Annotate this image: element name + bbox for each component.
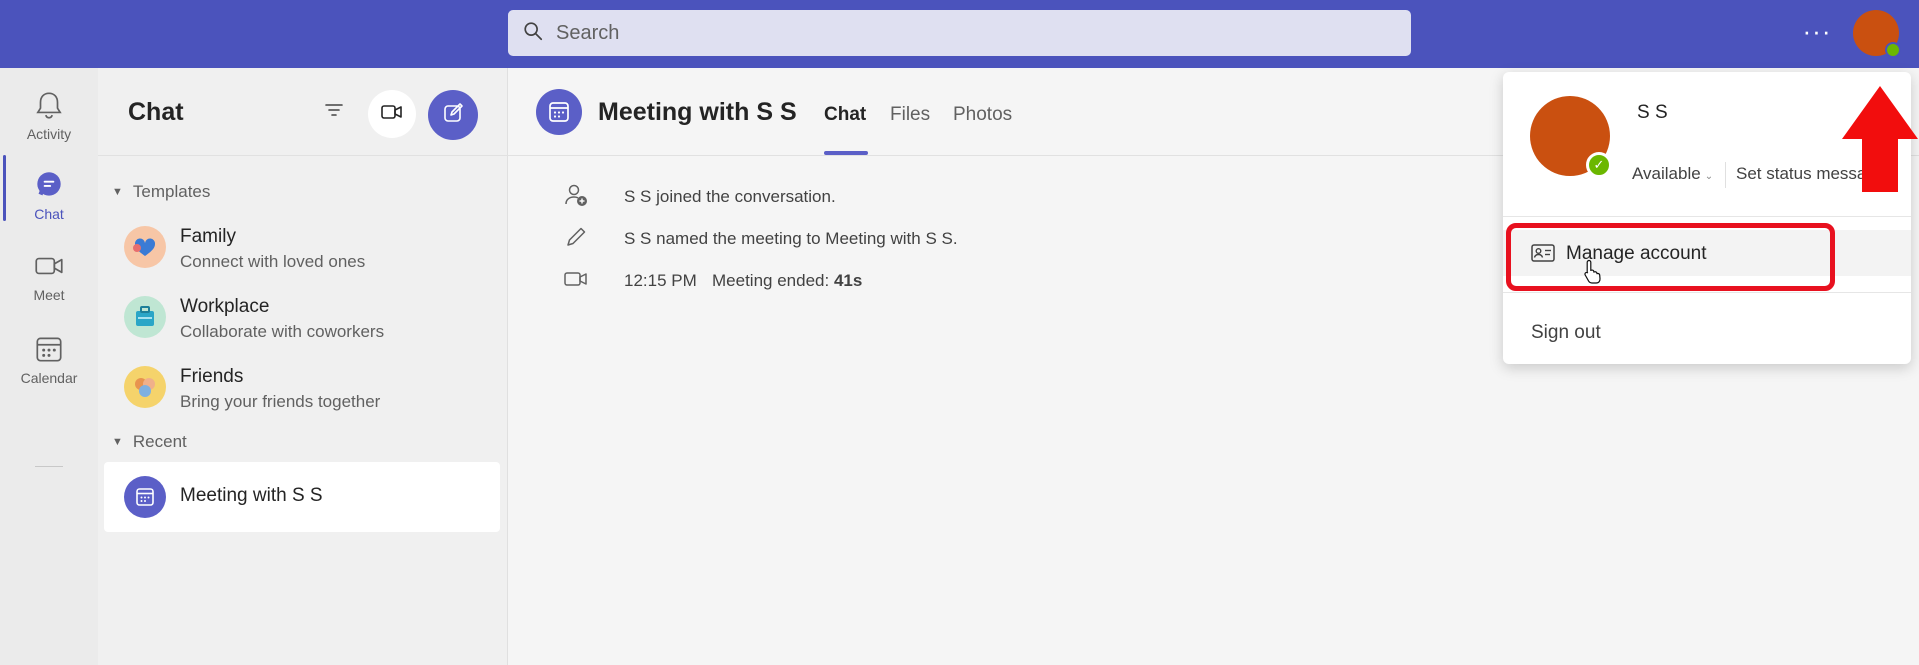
compose-icon	[441, 101, 465, 130]
template-name: Workplace	[180, 296, 270, 317]
search-input[interactable]: Search	[508, 10, 1411, 56]
divider	[1503, 292, 1911, 293]
rail-item-meet[interactable]: Meet	[0, 237, 98, 315]
filter-icon	[323, 99, 345, 126]
chevron-down-icon: ⌄	[1704, 171, 1714, 182]
active-tab-indicator	[824, 151, 868, 155]
divider	[1725, 162, 1726, 188]
event-text: S S named the meeting to Meeting with S …	[624, 229, 958, 248]
video-camera-icon	[0, 249, 98, 283]
presence-available-icon	[1885, 42, 1901, 58]
event-meeting-ended: 12:15 PM Meeting ended: 41s	[562, 265, 862, 298]
pencil-icon	[562, 223, 590, 256]
template-description: Collaborate with coworkers	[180, 322, 385, 341]
tab-chat[interactable]: Chat	[824, 104, 866, 126]
template-description: Connect with loved ones	[180, 252, 366, 271]
rail-item-label: Calendar	[20, 370, 78, 386]
search-placeholder: Search	[556, 21, 620, 44]
event-time: 12:15 PM	[624, 271, 697, 290]
profile-name: S S	[1637, 102, 1668, 123]
chat-list-pane: Chat ▼ Templates Family Connect with lov…	[98, 68, 508, 665]
event-duration: 41s	[833, 271, 863, 290]
red-arrow-up-icon	[1840, 84, 1919, 194]
friends-template-icon	[124, 366, 166, 408]
rail-item-label: Activity	[26, 126, 72, 142]
event-joined: S S joined the conversation.	[562, 181, 836, 214]
template-item-family[interactable]: Family Connect with loved ones	[104, 214, 500, 282]
profile-avatar[interactable]: ✓	[1530, 96, 1612, 178]
person-add-icon	[562, 181, 590, 214]
top-bar: Search ···	[0, 0, 1919, 68]
template-description: Bring your friends together	[180, 392, 381, 411]
recent-chat-name: Meeting with S S	[180, 485, 323, 506]
template-item-workplace[interactable]: Workplace Collaborate with coworkers	[104, 284, 500, 352]
rail-item-calendar[interactable]: Calendar	[0, 320, 98, 398]
template-item-friends[interactable]: Friends Bring your friends together	[104, 354, 500, 422]
template-name: Family	[180, 226, 236, 247]
status-label: Available	[1632, 164, 1701, 183]
event-text: S S joined the conversation.	[624, 187, 836, 206]
event-ended-label: Meeting ended:	[712, 271, 830, 290]
rail-item-label: Meet	[33, 287, 65, 303]
hand-cursor-icon	[1582, 258, 1604, 284]
more-options-button[interactable]: ···	[1800, 16, 1834, 50]
rail-item-activity[interactable]: Activity	[0, 76, 98, 154]
profile-avatar-button[interactable]	[1853, 10, 1901, 58]
template-name: Friends	[180, 366, 244, 387]
checkmark-icon: ✓	[1586, 152, 1612, 178]
rail-divider	[35, 466, 63, 467]
chat-icon	[0, 168, 98, 202]
chat-list-header: Chat	[98, 68, 508, 156]
bell-icon	[0, 88, 98, 122]
meeting-calendar-icon	[536, 89, 582, 135]
tab-photos[interactable]: Photos	[953, 104, 1012, 126]
new-chat-button[interactable]	[428, 90, 478, 140]
annotation-highlight-box	[1506, 223, 1835, 291]
recent-heading: Recent	[132, 432, 187, 451]
video-camera-icon	[562, 265, 590, 298]
rail-item-chat[interactable]: Chat	[0, 156, 98, 234]
rail-item-label: Chat	[34, 206, 64, 222]
status-dropdown[interactable]: Available ⌄	[1632, 164, 1713, 184]
chat-list-title: Chat	[128, 98, 184, 126]
meeting-calendar-icon	[124, 476, 166, 518]
calendar-icon	[0, 332, 98, 366]
caret-down-icon: ▼	[112, 436, 123, 448]
app-rail: Activity Chat Meet Calendar	[0, 68, 98, 665]
recent-chat-item[interactable]: Meeting with S S	[104, 462, 500, 532]
templates-section-toggle[interactable]: ▼ Templates	[112, 182, 210, 202]
event-ended-text: Meeting ended: 41s	[712, 271, 862, 291]
sign-out-button[interactable]: Sign out	[1531, 322, 1601, 344]
tab-files[interactable]: Files	[890, 104, 930, 126]
filter-button[interactable]	[314, 92, 354, 132]
family-template-icon	[124, 226, 166, 268]
caret-down-icon: ▼	[112, 186, 123, 198]
search-icon	[522, 20, 544, 47]
recent-section-toggle[interactable]: ▼ Recent	[112, 432, 187, 452]
conversation-title: Meeting with S S	[598, 98, 797, 126]
meet-now-button[interactable]	[368, 90, 416, 138]
divider	[1503, 216, 1911, 217]
workplace-template-icon	[124, 296, 166, 338]
templates-heading: Templates	[132, 182, 211, 201]
video-camera-icon	[379, 99, 405, 130]
event-renamed: S S named the meeting to Meeting with S …	[562, 223, 958, 256]
